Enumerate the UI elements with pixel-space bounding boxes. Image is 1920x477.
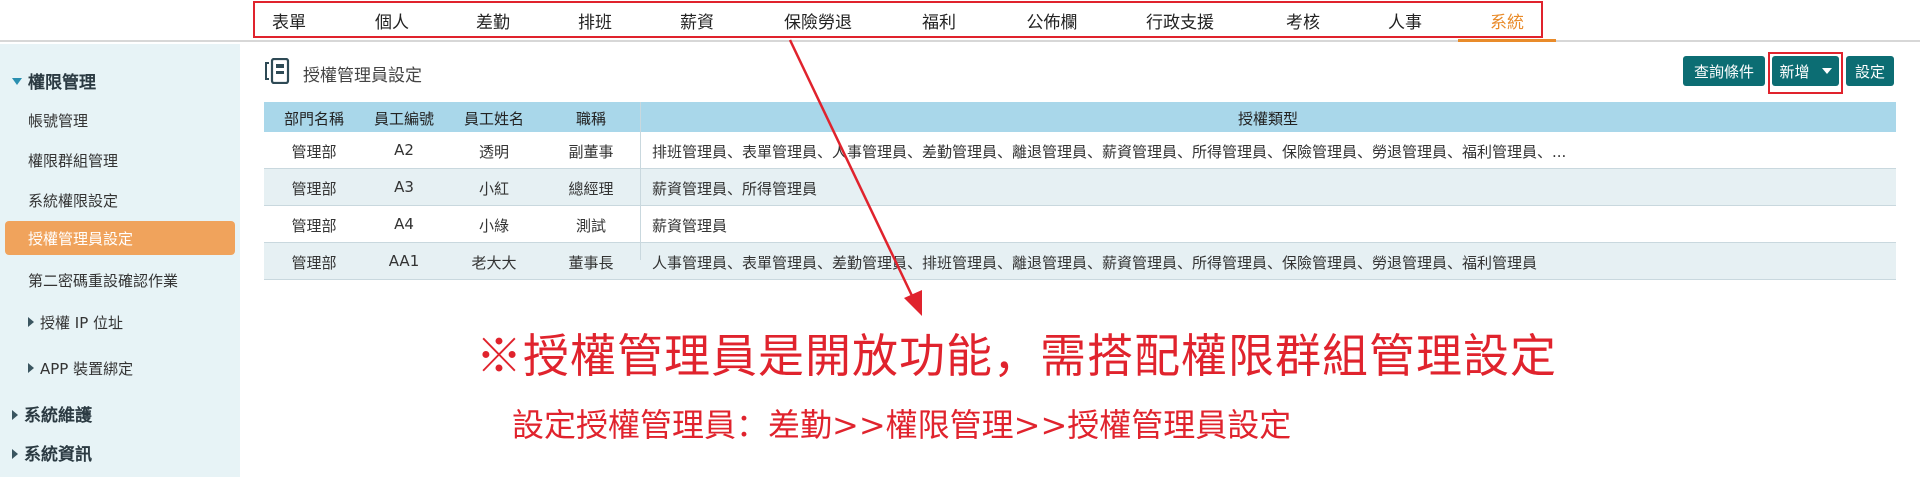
annotation-sub-note: 設定授權管理員：差勤>>權限管理>>授權管理員設定 — [512, 406, 1292, 444]
annotation-main-note: ※授權管理員是開放功能，需搭配權限群組管理設定 — [476, 329, 1557, 383]
